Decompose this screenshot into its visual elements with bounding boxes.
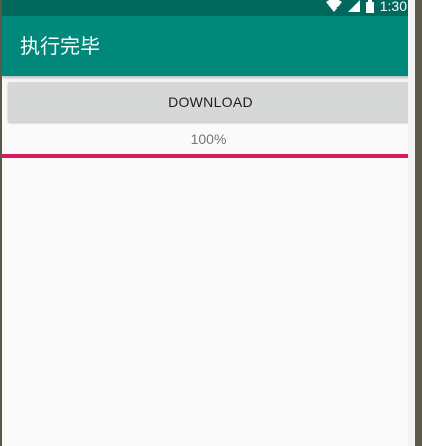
- toolbar-title: 执行完毕: [20, 34, 100, 58]
- app-screen: 1:30 执行完毕 DOWNLOAD 100%: [2, 0, 415, 446]
- signal-icon: [347, 0, 360, 12]
- app-toolbar: 执行完毕: [2, 16, 415, 76]
- wifi-icon: [325, 0, 342, 12]
- progress-percent-text: 100%: [190, 131, 227, 147]
- status-bar: 1:30: [2, 0, 415, 16]
- right-edge-strip: [408, 0, 415, 446]
- status-time: 1:30: [379, 0, 407, 14]
- download-button[interactable]: DOWNLOAD: [8, 82, 413, 122]
- progress-bar-fill: [2, 154, 415, 158]
- progress-bar: [2, 154, 415, 158]
- battery-icon: [365, 0, 374, 13]
- status-icons: 1:30: [325, 0, 407, 16]
